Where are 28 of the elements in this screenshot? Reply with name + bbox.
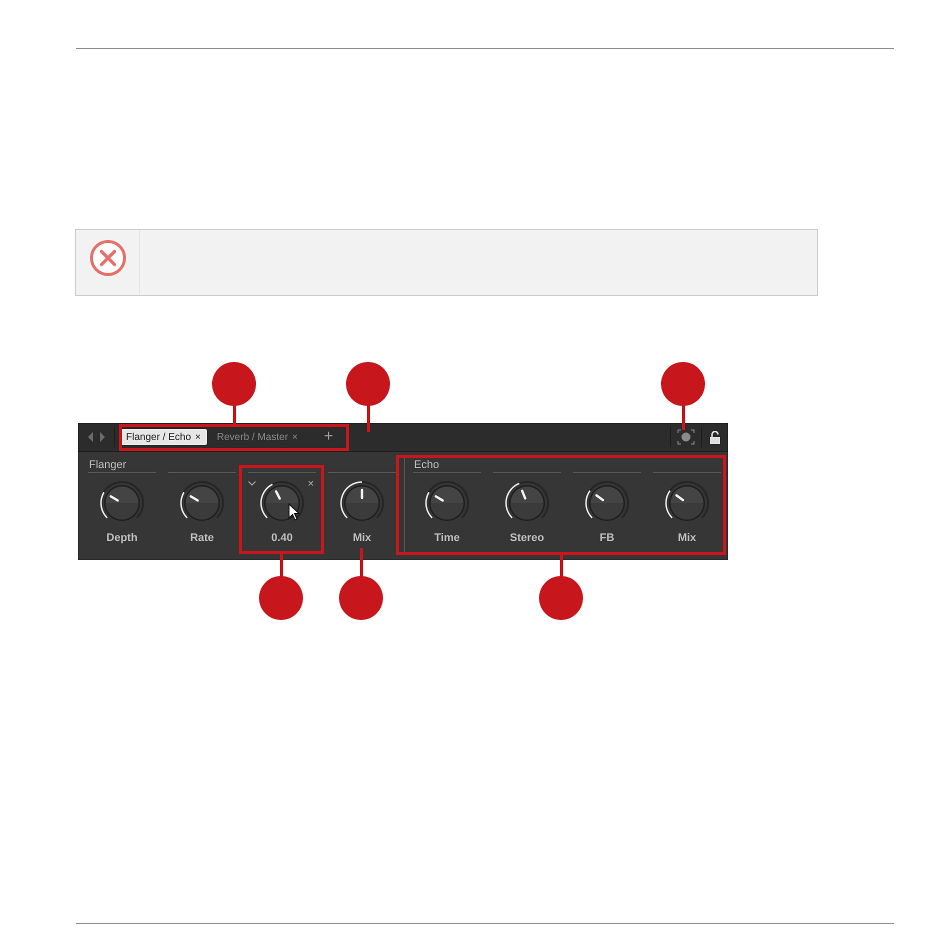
callout-marker [539,576,583,620]
knob-label: Depth [106,531,138,546]
close-tab-button[interactable]: × [292,430,298,444]
unlock-icon[interactable] [710,430,720,444]
knob-label: Stereo [510,531,544,546]
value-readout: 0.40 [271,531,293,546]
chevron-down-icon[interactable] [248,481,256,486]
knob-label: FB [600,531,614,546]
nav-arrows-icon[interactable] [88,432,105,442]
remove-button[interactable]: × [308,476,314,492]
knob-label: Mix [678,531,696,546]
callout-marker [212,362,256,406]
close-tab-button[interactable]: × [195,430,201,444]
section-title: Flanger [88,460,126,471]
tab[interactable]: Flanger / Echo × [120,429,207,445]
callout-marker [661,362,705,406]
focus-icon[interactable] [677,429,695,445]
error-icon [88,239,126,277]
tab[interactable]: Reverb / Master × [212,429,302,445]
knob-label: Time [434,531,460,546]
callout-marker [346,362,390,406]
knob-label: Rate [190,531,214,546]
callout-marker [339,576,383,620]
cursor-icon [288,503,300,521]
knob-label: Mix [352,531,372,546]
section-title: Echo [413,460,440,471]
add-tab-button[interactable]: + [324,429,334,445]
callout-marker [259,576,303,620]
